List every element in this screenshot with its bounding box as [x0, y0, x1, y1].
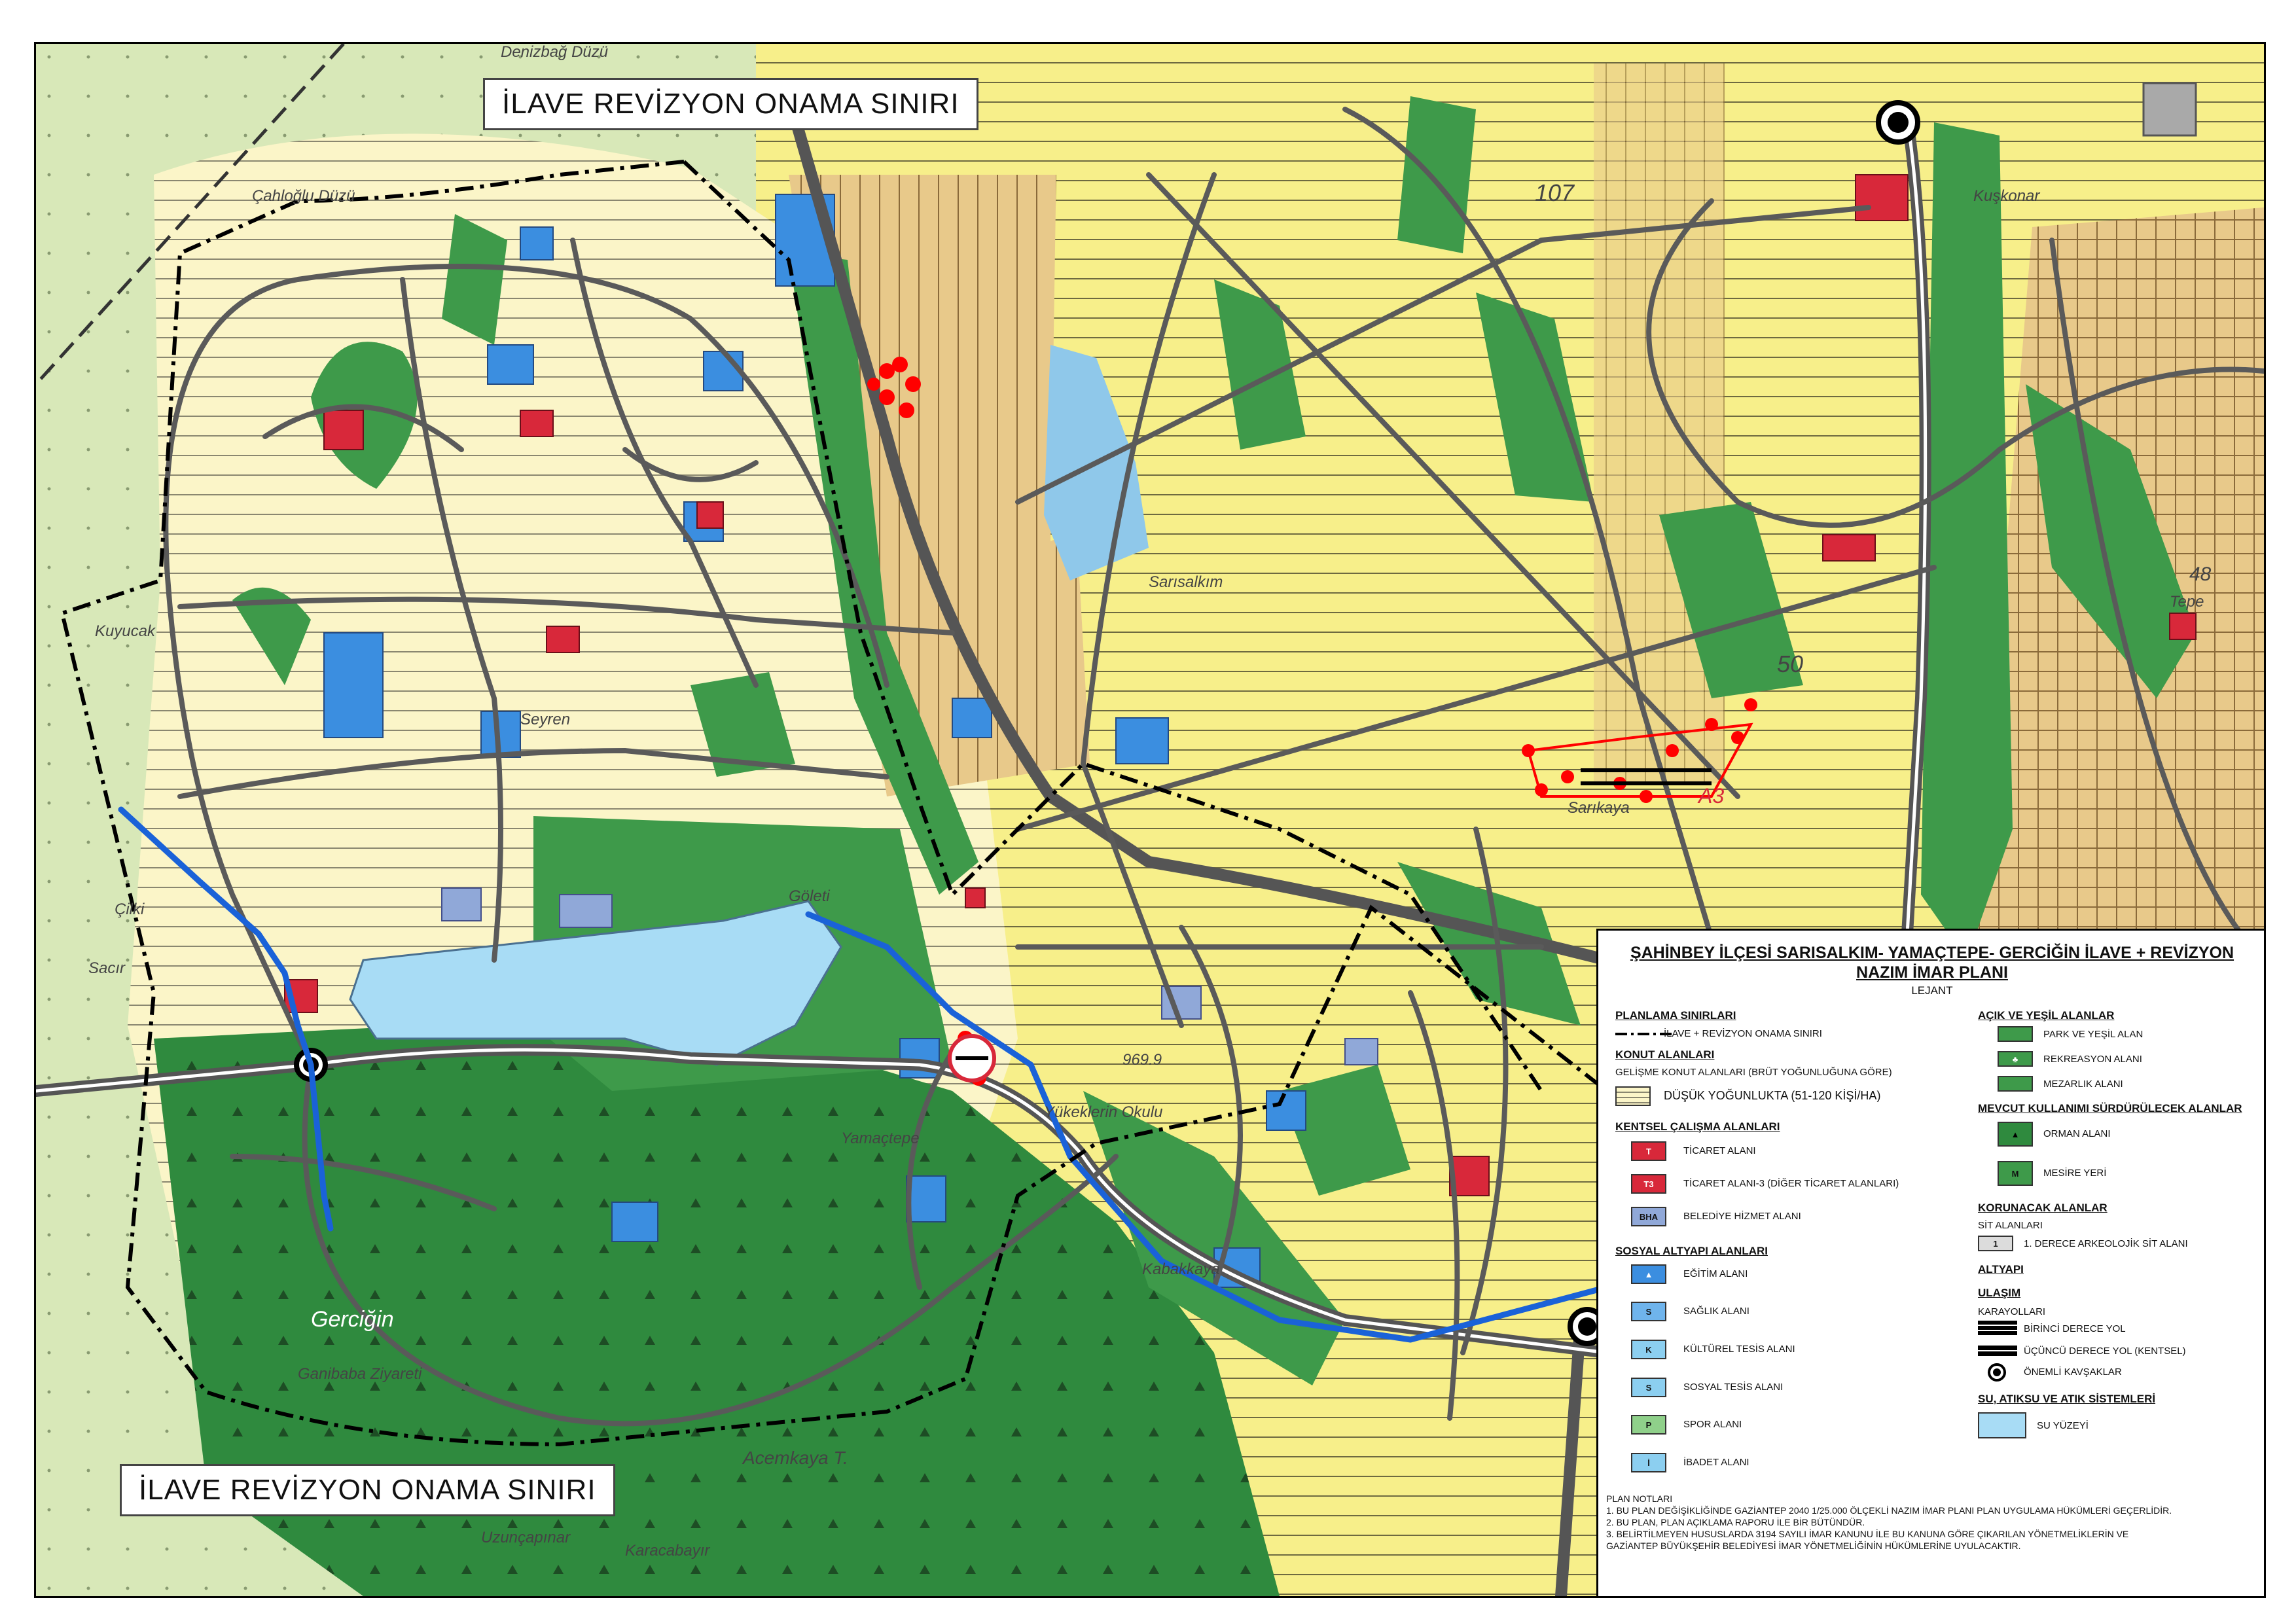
archaeological-site-swatch: 1 — [1978, 1236, 2013, 1251]
heading-su: SU, ATIKSU VE ATIK SİSTEMLERİ — [1978, 1393, 2156, 1405]
notes-title: PLAN NOTLARI — [1606, 1493, 1673, 1504]
municipal-service-swatch: BHA — [1631, 1207, 1666, 1226]
legend-belediye: BELEDİYE HİZMET ALANI — [1683, 1211, 1801, 1222]
note-3-cont: GAZİANTEP BÜYÜKŞEHİR BELEDİYESİ İMAR YÖN… — [1606, 1541, 2021, 1551]
place-label: Sarısalkım — [1149, 573, 1223, 591]
residential-swatch — [1615, 1086, 1651, 1106]
legend-kultur: KÜLTÜREL TESİS ALANI — [1683, 1344, 1795, 1355]
legend-planlama-item: İLAVE + REVİZYON ONAMA SINIRI — [1664, 1028, 1822, 1039]
place-label: Tepe — [2170, 593, 2204, 611]
legend-ucuncu: ÜÇÜNCÜ DERECE YOL (KENTSEL) — [2024, 1346, 2186, 1357]
legend-saglik: SAĞLIK ALANI — [1683, 1306, 1749, 1317]
legend-konut-sub: GELİŞME KONUT ALANLARI (BRÜT YOĞUNLUĞUNA… — [1615, 1067, 1892, 1078]
place-label: 969.9 — [1122, 1051, 1162, 1069]
cemetery-swatch — [1998, 1076, 2033, 1092]
legend-sosyaltesis: SOSYAL TESİS ALANI — [1683, 1382, 1784, 1393]
heading-korunacak: KORUNACAK ALANLAR — [1978, 1202, 2108, 1214]
legend-ticaret: TİCARET ALANI — [1683, 1145, 1756, 1156]
place-label: Çahloğlu Düzü — [252, 187, 355, 205]
legend-egitim: EĞİTİM ALANI — [1683, 1268, 1748, 1279]
education-icon: ▲ — [1631, 1264, 1666, 1284]
forest-icon: ▲ — [1998, 1122, 2033, 1147]
legend-sit: SİT ALANLARI — [1978, 1220, 2043, 1231]
place-label: Sacır — [88, 959, 126, 977]
place-label: Denizbağ Düzü — [501, 44, 608, 61]
recreation-icon: ♣ — [1998, 1051, 2033, 1067]
map-frame: Denizbağ Düzü Çahloğlu Düzü Kuyucak Seyr… — [34, 42, 2266, 1598]
commercial-3-swatch: T3 — [1631, 1174, 1666, 1194]
legend-subtitle: LEJANT — [1911, 984, 1953, 997]
legend-mezarlik: MEZARLIK ALANI — [2043, 1079, 2123, 1090]
note-3: 3. BELİRTİLMEYEN HUSUSLARDA 3194 SAYILI … — [1606, 1529, 2129, 1539]
place-label: 107 — [1535, 179, 1575, 206]
heading-kentsel: KENTSEL ÇALIŞMA ALANLARI — [1615, 1120, 1780, 1133]
legend-orman: ORMAN ALANI — [2043, 1128, 2111, 1139]
urban-road-swatch — [1978, 1346, 2017, 1356]
place-label: Seyren — [520, 711, 570, 728]
place-label: 48 — [2189, 563, 2212, 585]
place-label: 50 — [1777, 651, 1803, 677]
legend-title-2: NAZIM İMAR PLANI — [1856, 963, 2008, 982]
legend-title: ŞAHİNBEY İLÇESİ SARISALKIM- YAMAÇTEPE- G… — [1630, 944, 2234, 962]
legend-spor: SPOR ALANI — [1683, 1419, 1742, 1430]
legend-birinci: BİRİNCİ DERECE YOL — [2024, 1323, 2126, 1334]
revision-boundary-callout-bottom: İLAVE REVİZYON ONAMA SINIRI — [120, 1464, 615, 1516]
place-label: Kuyucak — [95, 622, 156, 640]
legend-park: PARK VE YEŞİL ALAN — [2043, 1029, 2144, 1040]
social-facility-icon: S — [1631, 1378, 1666, 1397]
place-label: Yükeklerin Okulu — [1044, 1103, 1162, 1121]
place-label: A3 — [1697, 784, 1724, 808]
heading-acik: AÇIK VE YEŞİL ALANLAR — [1978, 1009, 2115, 1022]
legend-kavsak: ÖNEMLİ KAVŞAKLAR — [2024, 1366, 2122, 1378]
place-label: Kuşkonar — [1973, 187, 2040, 205]
sports-icon: P — [1631, 1415, 1666, 1435]
junction-icon — [1988, 1363, 2006, 1382]
legend-konut-item: DÜŞÜK YOĞUNLUKTA (51-120 KİŞİ/HA) — [1664, 1089, 1881, 1102]
legend-arkeo: 1. DERECE ARKEOLOJİK SİT ALANI — [2024, 1238, 2188, 1249]
place-label: Sarıkaya — [1568, 799, 1630, 817]
worship-icon: İ — [1631, 1453, 1666, 1472]
heading-ulasim: ULAŞIM — [1978, 1287, 2021, 1299]
place-label: Kabakkaya — [1142, 1260, 1220, 1278]
picnic-area-icon: M — [1998, 1161, 2033, 1186]
place-label: Yamaçtepe — [841, 1130, 920, 1147]
legend-karayollari: KARAYOLLARI — [1978, 1306, 2046, 1317]
health-icon: S — [1631, 1302, 1666, 1321]
place-label: Acemkaya T. — [742, 1448, 848, 1468]
culture-icon: K — [1631, 1340, 1666, 1359]
place-label: Ganibaba Ziyareti — [298, 1365, 422, 1383]
legend-mesire: MESİRE YERİ — [2043, 1168, 2107, 1179]
heading-planlama: PLANLAMA SINIRLARI — [1615, 1009, 1736, 1022]
place-label: Göleti — [789, 887, 830, 905]
revision-boundary-callout-top: İLAVE REVİZYON ONAMA SINIRI — [483, 78, 978, 130]
heading-altyapi: ALTYAPI — [1978, 1263, 2024, 1275]
heading-sosyal: SOSYAL ALTYAPI ALANLARI — [1615, 1245, 1768, 1257]
legend-panel: ŞAHİNBEY İLÇESİ SARISALKIM- YAMAÇTEPE- G… — [1596, 929, 2264, 1596]
primary-road-swatch — [1978, 1321, 2017, 1335]
commercial-swatch: T — [1631, 1141, 1666, 1161]
place-label: Çilki — [115, 901, 145, 918]
legend-rekreasyon: REKREASYON ALANI — [2043, 1054, 2142, 1065]
place-label: Uzunçapınar — [481, 1529, 571, 1546]
place-label: Gerciğin — [311, 1307, 394, 1332]
park-swatch — [1998, 1026, 2033, 1042]
legend-ibadet: İBADET ALANI — [1683, 1457, 1749, 1468]
legend-ticaret3: TİCARET ALANI-3 (DİĞER TİCARET ALANLARI) — [1683, 1178, 1899, 1189]
heading-konut: KONUT ALANLARI — [1615, 1048, 1715, 1061]
place-label: Karacabayır — [625, 1542, 710, 1560]
water-surface-swatch — [1978, 1412, 2026, 1438]
note-1: 1. BU PLAN DEĞİŞİKLİĞİNDE GAZİANTEP 2040… — [1606, 1505, 2172, 1516]
heading-mevcut: MEVCUT KULLANIMI SÜRDÜRÜLECEK ALANLAR — [1978, 1102, 2242, 1115]
legend-suyuzeyi: SU YÜZEYİ — [2037, 1420, 2089, 1431]
note-2: 2. BU PLAN, PLAN AÇIKLAMA RAPORU İLE BİR… — [1606, 1517, 1865, 1527]
